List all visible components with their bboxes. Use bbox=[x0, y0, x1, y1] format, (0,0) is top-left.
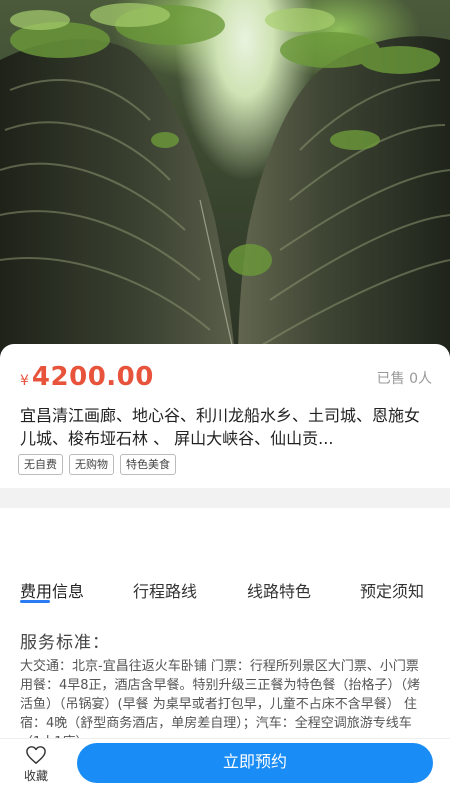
tag: 无自费 bbox=[18, 454, 63, 475]
fee-info-content: 服务标准： 大交通：北京-宜昌往返火车卧铺 门票：行程所列景区大门票、小门票 用… bbox=[20, 628, 433, 752]
tab-booking-notes[interactable]: 预定须知 bbox=[360, 578, 424, 602]
favorite-label: 收藏 bbox=[23, 769, 48, 783]
content-heading: 服务标准： bbox=[20, 633, 110, 653]
tab-fee-info[interactable]: 费用信息 bbox=[20, 578, 84, 602]
tag: 无购物 bbox=[69, 454, 114, 475]
product-summary-card: ¥ 4200.00 已售 0人 宜昌清江画廊、地心谷、利川龙船水乡、土司城、恩施… bbox=[0, 344, 450, 488]
active-tab-indicator bbox=[20, 600, 50, 603]
price: 4200.00 bbox=[31, 362, 154, 392]
heart-icon bbox=[26, 746, 46, 764]
tag-list: 无自费 无购物 特色美食 bbox=[18, 454, 176, 475]
canyon-photo bbox=[0, 3, 450, 365]
price-row: ¥ 4200.00 bbox=[20, 362, 154, 392]
tab-route-features[interactable]: 线路特色 bbox=[247, 578, 311, 602]
sold-count: 已售 0人 bbox=[376, 371, 432, 387]
tag: 特色美食 bbox=[120, 454, 176, 475]
tab-itinerary[interactable]: 行程路线 bbox=[133, 578, 197, 602]
currency-symbol: ¥ bbox=[20, 373, 29, 389]
tab-bar: 费用信息 行程路线 线路特色 预定须知 bbox=[0, 578, 450, 612]
favorite-button[interactable]: 收藏 bbox=[12, 745, 60, 784]
product-title: 宜昌清江画廊、地心谷、利川龙船水乡、土司城、恩施女儿城、梭布垭石林 、 屏山大峡… bbox=[20, 406, 421, 448]
hero-image bbox=[0, 0, 450, 365]
bottom-action-bar: 收藏 立即预约 bbox=[0, 738, 450, 800]
book-now-button[interactable]: 立即预约 bbox=[77, 743, 433, 783]
